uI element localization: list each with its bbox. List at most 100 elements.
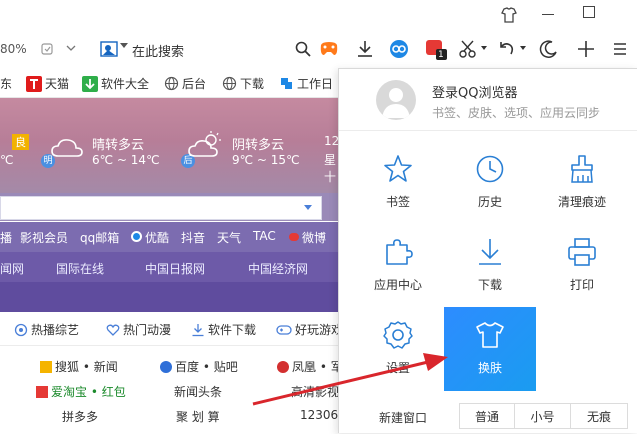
- new-tab-icon[interactable]: [576, 39, 596, 59]
- category-tabs: 热播综艺 热门动漫 软件下载 好玩游戏: [0, 312, 340, 346]
- site-label: 搜狐 • 新闻: [55, 360, 118, 374]
- search-dropdown-icon[interactable]: [304, 205, 312, 210]
- tab-games[interactable]: 好玩游戏: [276, 321, 340, 338]
- new-window-label[interactable]: 新建窗口: [379, 409, 427, 426]
- lock-icon[interactable]: [40, 42, 54, 56]
- search-icon[interactable]: [294, 40, 312, 58]
- incognito-label: 无痕: [586, 409, 611, 424]
- menu-item-print[interactable]: 打印: [536, 224, 628, 308]
- tab-label: 软件下载: [208, 323, 257, 337]
- site-pinduoduo[interactable]: 拼多多: [62, 408, 98, 425]
- tab-label: 热门动漫: [123, 323, 172, 337]
- after-weather: 阴转多云: [232, 138, 285, 153]
- undo-dropdown-icon[interactable]: [520, 46, 526, 50]
- tab-anime[interactable]: 热门动漫: [106, 321, 171, 338]
- site-label: 百度 • 贴吧: [175, 360, 238, 374]
- menu-item-label: 下载: [477, 278, 502, 292]
- bookmark-backend[interactable]: 后台: [164, 75, 206, 92]
- tag-icon: [281, 78, 292, 89]
- avatar[interactable]: [376, 80, 416, 120]
- zoom-small-button[interactable]: 小号: [514, 403, 571, 429]
- tab-variety[interactable]: 热播综艺: [14, 321, 79, 338]
- news-channels: 闻网 国际在线 中国日报网 中国经济网: [0, 252, 340, 282]
- quick-link[interactable]: 播: [0, 229, 12, 246]
- weather-panel: 良 ℃ 明 晴转多云 6℃ ~ 14℃ 后 阴转多云 9℃ ~ 15℃ 12 星…: [0, 98, 340, 193]
- channel-link[interactable]: 中国经济网: [248, 260, 308, 277]
- undo-icon[interactable]: [497, 39, 517, 59]
- today-temp: ℃: [0, 153, 14, 167]
- channel-link[interactable]: 闻网: [0, 260, 24, 277]
- page-banner: [0, 282, 340, 312]
- quick-link[interactable]: 影视会员: [20, 229, 68, 246]
- bookmark-label: 软件大全: [101, 77, 150, 91]
- zoom-normal-button[interactable]: 普通: [459, 403, 515, 429]
- search-engine-icon[interactable]: [100, 40, 118, 58]
- menu-item-downloads[interactable]: 下载: [444, 224, 536, 308]
- login-section[interactable]: 登录QQ浏览器 书签、皮肤、选项、应用云同步: [339, 69, 637, 131]
- menu-item-clear-traces[interactable]: 清理痕迹: [536, 141, 628, 225]
- menu-item-change-skin[interactable]: 换肤: [444, 307, 536, 391]
- game-icon[interactable]: [318, 39, 340, 59]
- quick-link[interactable]: 微博: [302, 229, 326, 246]
- minimize-button[interactable]: [542, 14, 554, 15]
- gear-icon: [383, 321, 413, 349]
- quick-link[interactable]: 优酷: [145, 229, 169, 246]
- menu-item-history[interactable]: 历史: [444, 141, 536, 225]
- site-juhuasuan[interactable]: 聚 划 算: [176, 408, 220, 425]
- site-ifeng[interactable]: 凤凰 • 军: [277, 358, 340, 375]
- star-icon: [384, 155, 412, 182]
- site-12306[interactable]: 12306: [300, 408, 338, 422]
- channel-link[interactable]: 国际在线: [56, 260, 104, 277]
- engine-dropdown-icon[interactable]: [120, 43, 128, 48]
- app-badge-icon[interactable]: [424, 37, 448, 61]
- scissors-dropdown-icon[interactable]: [481, 46, 487, 50]
- menu-item-settings[interactable]: 设置: [352, 307, 444, 391]
- login-title[interactable]: 登录QQ浏览器: [432, 82, 517, 101]
- chevron-down-icon[interactable]: [66, 44, 76, 52]
- quick-link[interactable]: TAC: [253, 229, 276, 243]
- bookmark-download[interactable]: 下载: [222, 75, 264, 92]
- download-icon[interactable]: [355, 39, 375, 59]
- page-search-input[interactable]: [0, 196, 322, 220]
- site-movies[interactable]: 高清影视: [291, 383, 339, 400]
- site-baidu[interactable]: 百度 • 贴吧: [160, 358, 238, 375]
- tomorrow-weather: 晴转多云: [92, 138, 145, 153]
- weibo-icon: [289, 233, 299, 241]
- scissors-icon[interactable]: [458, 39, 478, 59]
- maximize-button[interactable]: [583, 6, 595, 18]
- gamepad-icon: [276, 324, 292, 335]
- tmall-icon: [26, 75, 42, 92]
- menu-icon[interactable]: [612, 41, 628, 57]
- quick-link[interactable]: 天气: [217, 229, 241, 246]
- menu-item-app-center[interactable]: 应用中心: [352, 224, 444, 308]
- menu-item-bookmarks[interactable]: 书签: [352, 141, 444, 225]
- partly-cloudy-icon: [187, 130, 225, 160]
- channel-link[interactable]: 中国日报网: [145, 260, 205, 277]
- download-icon: [479, 239, 501, 265]
- link-app-icon[interactable]: [389, 39, 409, 59]
- quick-link[interactable]: qq邮箱: [80, 229, 119, 246]
- tab-software[interactable]: 软件下载: [191, 321, 256, 338]
- web-page: 良 ℃ 明 晴转多云 6℃ ~ 14℃ 后 阴转多云 9℃ ~ 15℃ 12 星…: [0, 98, 340, 433]
- bookmark-jd[interactable]: 东: [0, 75, 12, 92]
- tv-icon: [14, 323, 28, 336]
- close-button[interactable]: [626, 0, 637, 30]
- incognito-button[interactable]: 无痕: [570, 403, 628, 429]
- site-sohu[interactable]: 搜狐 • 新闻: [40, 358, 118, 375]
- tab-label: 好玩游戏: [295, 323, 340, 337]
- sohu-icon: [40, 360, 52, 373]
- search-input[interactable]: 在此搜索: [132, 41, 184, 60]
- bookmark-tmall[interactable]: 天猫: [26, 75, 69, 92]
- globe-icon: [222, 76, 237, 91]
- site-toutiao[interactable]: 新闻头条: [174, 383, 222, 400]
- menu-item-label: 打印: [569, 278, 594, 292]
- bookmark-label: 下载: [240, 77, 265, 91]
- site-aitaobao[interactable]: 爱淘宝 • 红包: [36, 383, 126, 400]
- date-side-2: 星: [324, 153, 337, 167]
- skin-icon[interactable]: [500, 6, 518, 24]
- quick-link[interactable]: 抖音: [181, 229, 205, 246]
- clock-icon: [476, 155, 504, 183]
- bookmark-workday[interactable]: 工作日: [279, 75, 333, 92]
- bookmark-software[interactable]: 软件大全: [82, 75, 149, 92]
- moon-icon[interactable]: [539, 39, 559, 59]
